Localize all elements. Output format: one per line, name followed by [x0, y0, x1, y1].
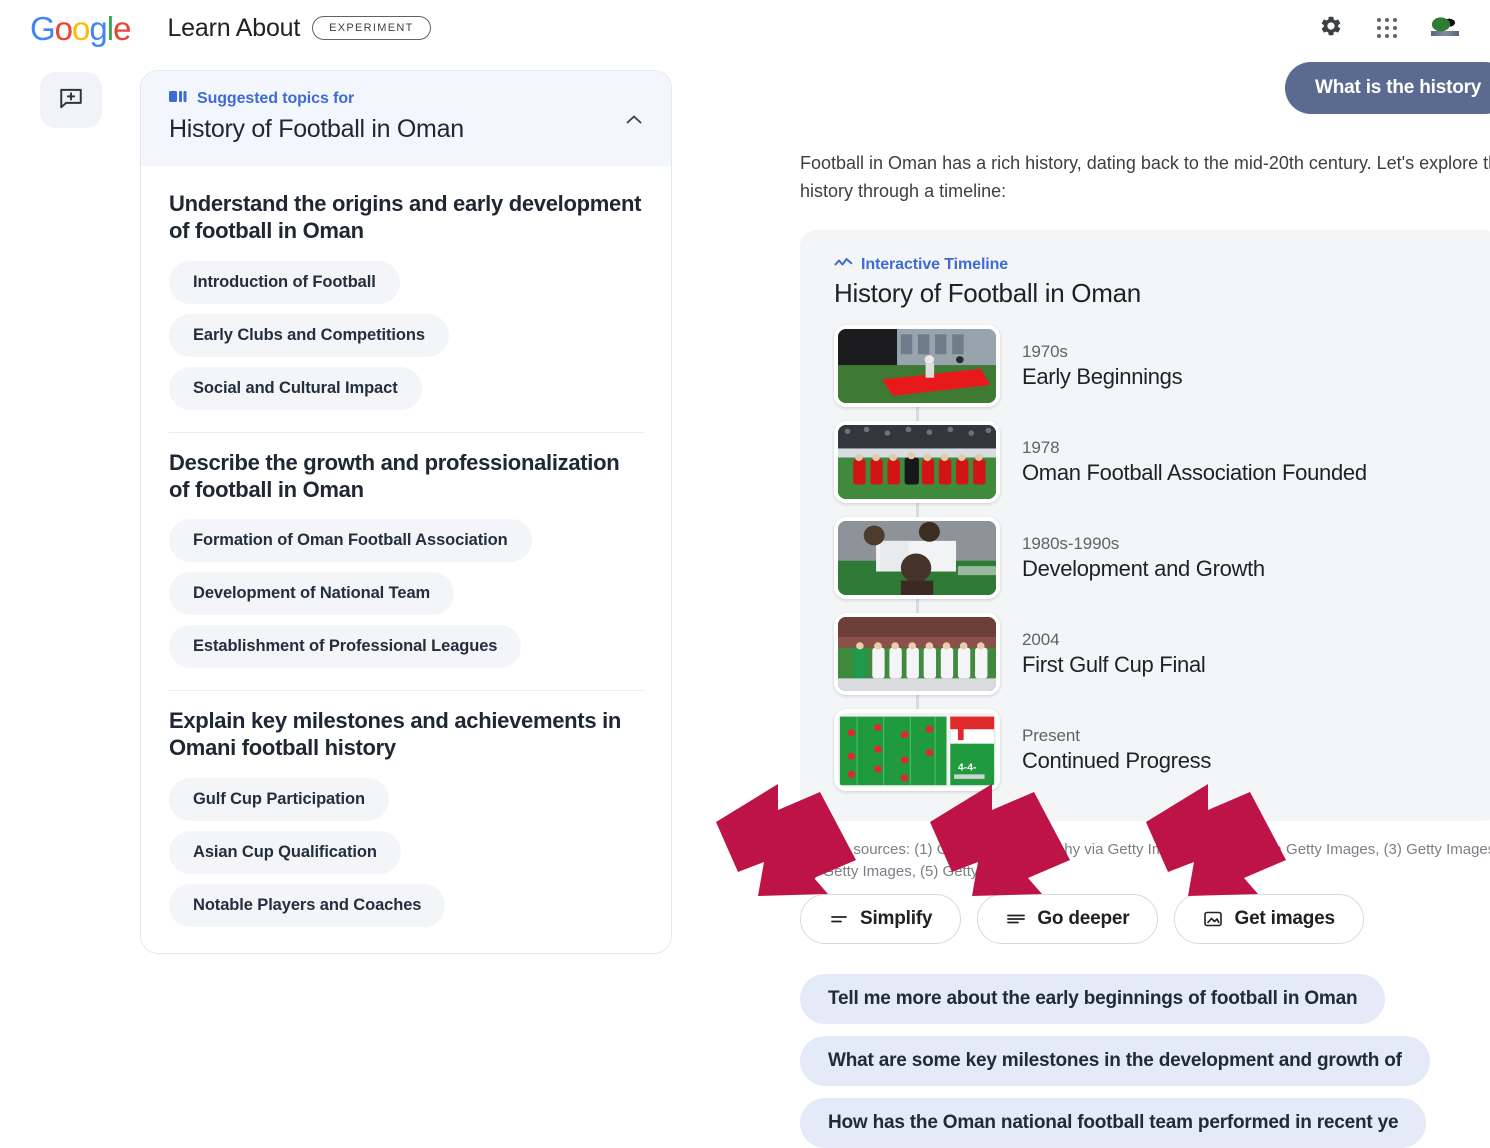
image-icon	[1203, 910, 1223, 928]
collapse-suggested-topics-button[interactable]	[619, 107, 649, 137]
timeline-item-text: 2004First Gulf Cup Final	[1022, 630, 1206, 678]
top-bar-actions	[1316, 13, 1462, 43]
google-apps-button[interactable]	[1372, 13, 1402, 43]
google-logo-letter-1: o	[55, 12, 72, 45]
interactive-timeline-card: Interactive Timeline History of Football…	[800, 230, 1490, 821]
timeline-thumbnail[interactable]: 4-4-	[834, 709, 1000, 791]
apps-grid-icon	[1377, 18, 1397, 38]
timeline-thumbnail[interactable]	[834, 517, 1000, 599]
topic-chip[interactable]: Social and Cultural Impact	[169, 367, 422, 410]
timeline-item-date: 1980s-1990s	[1022, 534, 1265, 554]
timeline-item[interactable]: 2004First Gulf Cup Final	[834, 613, 1472, 695]
suggested-topics-card: Suggested topics for History of Football…	[140, 70, 672, 954]
image-sources-note: Images sources: (1) Graham Photography v…	[800, 839, 1490, 883]
followup-chip[interactable]: Tell me more about the early beginnings …	[800, 974, 1385, 1024]
timeline-item-date: 2004	[1022, 630, 1206, 650]
topic-chip[interactable]: Early Clubs and Competitions	[169, 314, 449, 357]
google-logo[interactable]: Google	[30, 12, 130, 45]
topic-section-title: Describe the growth and professionalizat…	[169, 449, 645, 504]
topic-section: Explain key milestones and achievements …	[169, 690, 645, 927]
followup-suggestions: Tell me more about the early beginnings …	[800, 974, 1490, 1148]
suggested-topics-kicker-label: Suggested topics for	[197, 90, 354, 108]
timeline-kicker-label: Interactive Timeline	[861, 256, 1008, 274]
action-button-get-images[interactable]: Get images	[1174, 894, 1363, 944]
settings-button[interactable]	[1316, 13, 1346, 43]
suggested-topics-sections: Understand the origins and early develop…	[141, 166, 671, 953]
svg-text:4-4-: 4-4-	[958, 763, 977, 774]
gear-icon	[1319, 14, 1343, 43]
timeline-item-label: Oman Football Association Founded	[1022, 460, 1367, 486]
action-button-label: Go deeper	[1037, 908, 1129, 930]
google-logo-letter-2: o	[72, 12, 89, 45]
suggested-topics-title: History of Football in Oman	[169, 115, 619, 144]
topic-section-title: Understand the origins and early develop…	[169, 190, 645, 245]
followup-chip[interactable]: What are some key milestones in the deve…	[800, 1036, 1430, 1086]
followup-chip[interactable]: How has the Oman national football team …	[800, 1098, 1426, 1148]
account-button[interactable]	[1428, 16, 1462, 40]
timeline-item[interactable]: 1980s-1990sDevelopment and Growth	[834, 517, 1472, 599]
timeline-item[interactable]: 1978Oman Football Association Founded	[834, 421, 1472, 503]
timeline-item-date: Present	[1022, 726, 1211, 746]
new-chat-button[interactable]	[40, 72, 102, 128]
answer-actions: Simplify Go deeper Get images	[800, 894, 1490, 944]
action-button-go-deeper[interactable]: Go deeper	[977, 894, 1158, 944]
topic-chip[interactable]: Introduction of Football	[169, 261, 400, 304]
timeline-thumbnail[interactable]	[834, 613, 1000, 695]
topic-section: Describe the growth and professionalizat…	[169, 432, 645, 669]
timeline-item-label: Early Beginnings	[1022, 364, 1182, 390]
answer-paragraph: Football in Oman has a rich history, dat…	[800, 150, 1490, 206]
app-title: Learn About	[167, 14, 300, 43]
conversation-pane: What is the history Football in Oman has…	[800, 62, 1490, 1148]
suggested-topics-kicker: Suggested topics for	[169, 89, 619, 109]
timeline-item-label: Development and Growth	[1022, 556, 1265, 582]
top-bar: Google Learn About EXPERIMENT	[0, 0, 1490, 56]
timeline-item-text: 1980s-1990sDevelopment and Growth	[1022, 534, 1265, 582]
topic-chip-row: Formation of Oman Football Association De…	[169, 519, 645, 668]
timeline-title: History of Football in Oman	[834, 278, 1472, 309]
google-logo-letter-0: G	[30, 12, 55, 45]
timeline-item-label: First Gulf Cup Final	[1022, 652, 1206, 678]
timeline-thumbnail[interactable]	[834, 325, 1000, 407]
user-message-row: What is the history	[800, 62, 1490, 114]
experiment-badge: EXPERIMENT	[312, 16, 431, 40]
topic-chip[interactable]: Formation of Oman Football Association	[169, 519, 532, 562]
suggested-topics-header: Suggested topics for History of Football…	[141, 71, 671, 166]
google-logo-letter-3: g	[89, 12, 106, 45]
timeline-item-text: 1978Oman Football Association Founded	[1022, 438, 1367, 486]
go-deeper-lines-icon	[1006, 912, 1026, 926]
action-button-label: Simplify	[860, 908, 932, 930]
timeline-thumbnail[interactable]	[834, 421, 1000, 503]
timeline-item-date: 1978	[1022, 438, 1367, 458]
topic-chip[interactable]: Development of National Team	[169, 572, 454, 615]
timeline-kicker: Interactive Timeline	[834, 256, 1472, 274]
trend-line-icon	[834, 256, 853, 274]
topic-section: Understand the origins and early develop…	[169, 174, 645, 410]
timeline-item-date: 1970s	[1022, 342, 1182, 362]
chevron-up-icon	[622, 108, 646, 137]
timeline-list: 1970sEarly Beginnings	[834, 325, 1472, 791]
topic-chip-row: Introduction of Football Early Clubs and …	[169, 261, 645, 410]
new-chat-icon	[58, 85, 84, 116]
timeline-item-label: Continued Progress	[1022, 748, 1211, 774]
timeline-item-text: PresentContinued Progress	[1022, 726, 1211, 774]
timeline-item[interactable]: 1970sEarly Beginnings	[834, 325, 1472, 407]
user-message-bubble: What is the history	[1285, 62, 1490, 114]
google-logo-letter-5: e	[113, 12, 130, 45]
topic-chip-row: Gulf Cup Participation Asian Cup Qualific…	[169, 778, 645, 927]
timeline-item[interactable]: 4-4- PresentContinued Progress	[834, 709, 1472, 791]
topic-section-title: Explain key milestones and achievements …	[169, 707, 645, 762]
avatar	[1428, 16, 1462, 40]
topic-chip[interactable]: Establishment of Professional Leagues	[169, 625, 521, 668]
action-button-simplify[interactable]: Simplify	[800, 894, 961, 944]
action-button-label: Get images	[1234, 908, 1334, 930]
topic-chip[interactable]: Notable Players and Coaches	[169, 884, 445, 927]
topic-chip[interactable]: Gulf Cup Participation	[169, 778, 389, 821]
topics-cards-icon	[169, 89, 188, 109]
simplify-lines-icon	[829, 912, 849, 926]
timeline-item-text: 1970sEarly Beginnings	[1022, 342, 1182, 390]
topic-chip[interactable]: Asian Cup Qualification	[169, 831, 401, 874]
